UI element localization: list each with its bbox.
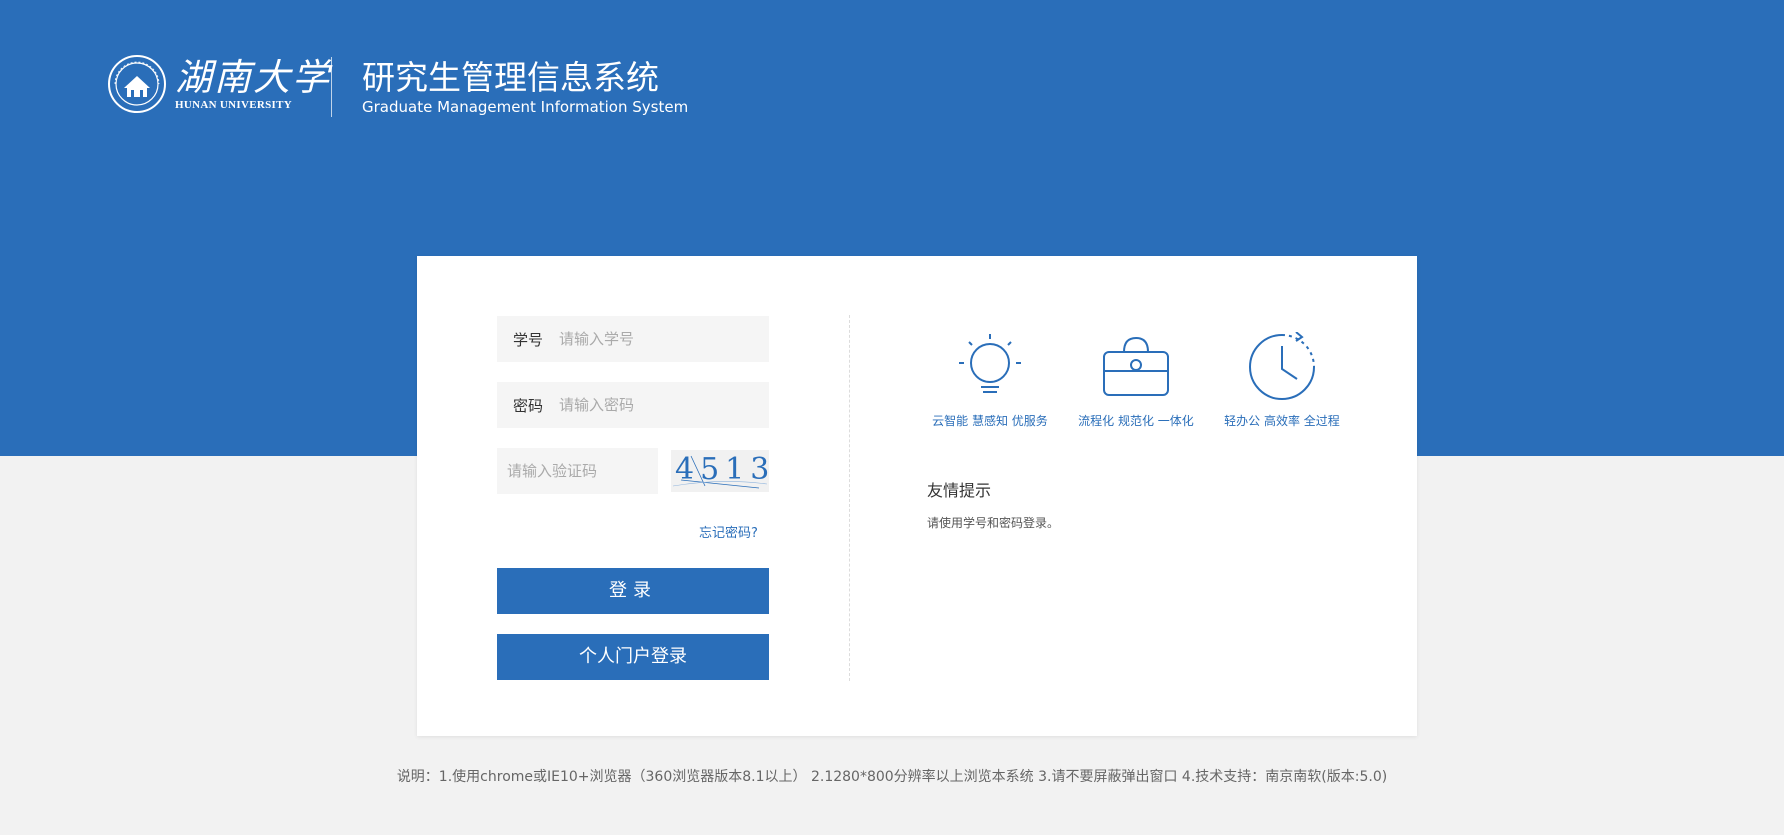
captcha-field (497, 448, 658, 494)
tips-text: 请使用学号和密码登录。 (927, 516, 1060, 530)
password-label: 密码 (512, 396, 543, 415)
logo-english-name: HUNAN UNIVERSITY (175, 98, 292, 111)
briefcase-icon (1103, 336, 1169, 396)
login-button[interactable]: 登录 (497, 568, 769, 614)
footer-note: 说明：1.使用chrome或IE10+浏览器（360浏览器版本8.1以上） 2.… (396, 769, 1388, 785)
portal-login-button[interactable]: 个人门户登录 (497, 634, 769, 680)
student-id-label: 学号 (512, 330, 543, 349)
vertical-divider (849, 315, 850, 681)
captcha-code: 4513 (675, 452, 776, 487)
password-field: 密码 (497, 382, 769, 428)
university-seal-icon (108, 55, 166, 113)
system-title-cn: 研究生管理信息系统 (362, 58, 659, 97)
login-card: 学号 密码 4513 忘记密码? 登录 个人门户登录 (417, 256, 1417, 736)
tips-title: 友情提示 (927, 481, 992, 500)
feature-process: 流程化 规范化 一体化 (1071, 330, 1201, 429)
student-id-input[interactable] (559, 317, 759, 361)
logo-chinese-name: 湖南大学 (175, 55, 331, 99)
lightbulb-icon (959, 334, 1021, 393)
system-title-en: Graduate Management Information System (362, 98, 689, 116)
feature-smart-service: 云智能 慧感知 优服务 (925, 330, 1055, 429)
university-logo: 湖南大学 HUNAN UNIVERSITY (107, 54, 331, 114)
clock-icon (1249, 332, 1315, 400)
captcha-image[interactable]: 4513 (671, 450, 769, 492)
captcha-input[interactable] (497, 449, 657, 493)
student-id-field: 学号 (497, 316, 769, 362)
feature-label: 云智能 慧感知 优服务 (932, 414, 1048, 428)
feature-label: 流程化 规范化 一体化 (1078, 414, 1194, 428)
password-input[interactable] (559, 383, 759, 427)
system-title: 研究生管理信息系统 Graduate Management Informatio… (362, 58, 688, 116)
feature-label: 轻办公 高效率 全过程 (1224, 414, 1340, 428)
forgot-password-link[interactable]: 忘记密码? (699, 522, 758, 541)
header-divider (331, 57, 332, 117)
feature-efficiency: 轻办公 高效率 全过程 (1217, 330, 1347, 429)
